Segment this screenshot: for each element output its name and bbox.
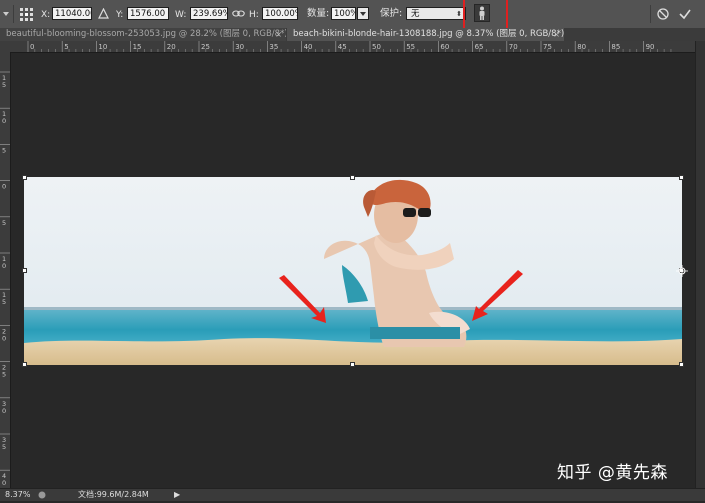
transform-handle-bm[interactable] [350, 362, 355, 367]
highlight-box [463, 0, 508, 30]
commit-transform-icon[interactable] [679, 8, 691, 23]
ruler-number: 0 [30, 43, 34, 51]
document-size: 文档:99.6M/2.84M [78, 490, 149, 499]
ruler-number: 65 [475, 43, 484, 51]
photo-content [24, 177, 682, 365]
tool-preset-dropdown[interactable] [3, 9, 10, 19]
document-tab-bar: beautiful-blooming-blossom-253053.jpg @ … [0, 28, 705, 41]
ruler-number: 55 [406, 43, 415, 51]
watermark: 知乎 @黄先森 [557, 463, 668, 483]
close-icon[interactable]: × [553, 28, 560, 41]
ruler-number: 0 [2, 334, 6, 342]
status-info-icon[interactable] [38, 491, 46, 503]
ruler-number: 10 [98, 43, 107, 51]
ruler-number: 80 [577, 43, 586, 51]
ruler-number: 45 [338, 43, 347, 51]
cancel-transform-icon[interactable] [657, 8, 669, 23]
protect-select-value: 无 [411, 9, 420, 19]
status-menu-arrow-icon[interactable]: ▶ [174, 489, 180, 501]
ruler-number: 70 [509, 43, 518, 51]
ruler-number: 75 [543, 43, 552, 51]
ruler-number: 40 [304, 43, 313, 51]
ruler-number: 30 [235, 43, 244, 51]
chevron-down-icon: ⬍ [456, 10, 462, 18]
close-icon[interactable]: × [275, 28, 282, 41]
ruler-number: 0 [2, 479, 6, 487]
ruler-number: 5 [2, 443, 6, 451]
beach-photo[interactable] [24, 177, 682, 365]
transform-handle-br[interactable] [679, 362, 684, 367]
vertical-ruler[interactable]: 151050510152025303540 [0, 52, 11, 488]
horizontal-ruler[interactable]: 0 5 10 15 20 25 30 35 40 45 50 55 60 65 70 75 80 85 90 [10, 41, 695, 53]
tab-blossom[interactable]: beautiful-blooming-blossom-253053.jpg @ … [0, 28, 286, 41]
ruler-number: 15 [133, 43, 142, 51]
ruler-number: 85 [611, 43, 620, 51]
relative-position-icon[interactable] [98, 7, 109, 22]
vertical-scrollbar[interactable] [695, 41, 705, 488]
w-field[interactable]: 239.69% [190, 7, 228, 20]
amount-slider-dropdown[interactable] [357, 7, 369, 20]
ruler-number: 5 [2, 81, 6, 89]
ruler-number: 0 [2, 407, 6, 415]
tab-label: beautiful-blooming-blossom-253053.jpg @ … [6, 29, 286, 39]
status-bar: 8.37% 文档:99.6M/2.84M ▶ [0, 488, 705, 501]
ruler-number: 25 [201, 43, 210, 51]
ruler-number: 5 [64, 43, 68, 51]
transform-handle-bl[interactable] [22, 362, 27, 367]
ruler-number: 50 [372, 43, 381, 51]
tab-label: beach-bikini-blonde-hair-1308188.jpg @ 8… [293, 29, 564, 39]
h-field[interactable]: 100.00% [262, 7, 298, 20]
tab-beach[interactable]: beach-bikini-blonde-hair-1308188.jpg @ 8… [287, 28, 564, 41]
y-label: Y: [116, 10, 124, 20]
divider [650, 5, 651, 23]
x-field[interactable]: 11040.00 f [52, 7, 92, 20]
ruler-number: 90 [646, 43, 655, 51]
options-bar: X: 11040.00 f Y: 1576.00 像 W: 239.69% H:… [0, 0, 705, 30]
divider [13, 5, 14, 23]
ruler-number: 60 [440, 43, 449, 51]
ruler-number: 0 [2, 117, 6, 125]
transform-handle-tm[interactable] [350, 175, 355, 180]
amount-field[interactable]: 100% [331, 7, 356, 20]
y-field[interactable]: 1576.00 像 [127, 7, 169, 20]
protect-select[interactable]: 无 ⬍ [406, 7, 466, 20]
ruler-number: 5 [2, 146, 6, 154]
h-label: H: [249, 10, 259, 20]
transform-handle-tl[interactable] [22, 175, 27, 180]
center-point-icon[interactable] [676, 265, 688, 280]
ruler-number: 5 [2, 371, 6, 379]
x-label: X: [41, 10, 51, 20]
transform-handle-tr[interactable] [679, 175, 684, 180]
transform-handle-ml[interactable] [22, 268, 27, 273]
ruler-number: 0 [2, 183, 6, 191]
link-icon[interactable] [232, 9, 245, 21]
ruler-number: 5 [2, 219, 6, 227]
ruler-number: 35 [269, 43, 278, 51]
reference-point-icon[interactable] [20, 8, 33, 24]
ruler-number: 5 [2, 298, 6, 306]
w-label: W: [175, 10, 187, 20]
zoom-level[interactable]: 8.37% [5, 489, 30, 501]
amount-label: 数量: [307, 8, 330, 19]
ruler-corner [0, 41, 10, 52]
ruler-number: 20 [167, 43, 176, 51]
ruler-number: 0 [2, 262, 6, 270]
protect-label: 保护: [380, 8, 403, 19]
